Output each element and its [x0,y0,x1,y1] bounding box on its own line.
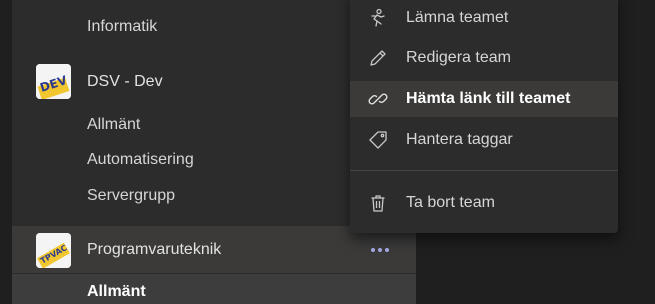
menu-item-label: Ta bort team [406,194,495,211]
channel-informatik[interactable]: Informatik [87,18,157,36]
leave-team-icon [368,8,388,28]
team-context-menu: Lämna teamet Redigera team Hämta länk ti… [350,0,618,233]
tpvac-logo-icon: TPVAC [36,233,71,268]
team-name-dsv-dev[interactable]: DSV - Dev [87,73,163,91]
dev-logo-icon: DEV [36,64,71,99]
more-options-button[interactable] [366,240,394,260]
pencil-icon [368,48,388,68]
channel-servergrupp[interactable]: Servergrupp [87,187,175,205]
menu-item-get-link[interactable]: Hämta länk till teamet [350,81,618,117]
more-dot-icon [378,248,382,252]
tag-icon [368,130,388,150]
menu-item-label: Lämna teamet [406,9,509,26]
team-name-programvaruteknik[interactable]: Programvaruteknik [87,241,221,259]
trash-icon [368,193,388,213]
menu-divider [350,170,618,171]
menu-item-manage-tags[interactable]: Hantera taggar [350,122,618,158]
app-bar-edge [0,0,12,304]
link-icon [368,89,388,109]
menu-item-edit-team[interactable]: Redigera team [350,40,618,76]
selected-channel-row[interactable] [12,274,416,304]
menu-item-label: Redigera team [406,49,511,66]
more-dot-icon [371,248,375,252]
team-avatar-dsv-dev: DEV [36,64,71,99]
channel-automatisering[interactable]: Automatisering [87,151,194,169]
menu-item-delete-team[interactable]: Ta bort team [350,185,618,221]
team-avatar-programvaruteknik: TPVAC [36,233,71,268]
menu-item-leave-team[interactable]: Lämna teamet [350,0,618,36]
menu-item-label: Hantera taggar [406,131,513,148]
channel-allmant-programvaruteknik[interactable]: Allmänt [87,283,146,301]
more-dot-icon [385,248,389,252]
menu-item-label: Hämta länk till teamet [406,90,571,107]
channel-allmant-dsv[interactable]: Allmänt [87,116,140,134]
